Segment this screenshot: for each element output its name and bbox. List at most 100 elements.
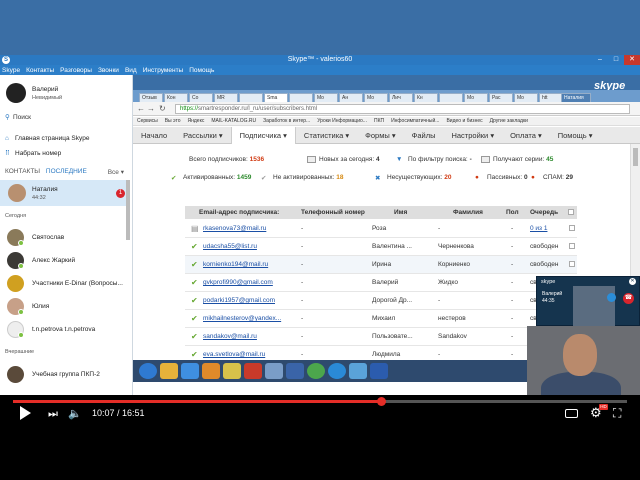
browser-tab[interactable]: Mo — [514, 93, 538, 102]
media-icon[interactable] — [202, 363, 220, 379]
browser-tab[interactable] — [239, 93, 263, 102]
col-name[interactable]: Имя — [394, 209, 407, 216]
bookmark-item[interactable]: Сервисы — [137, 118, 158, 124]
scroll-thumb[interactable] — [633, 148, 638, 166]
menu-skype[interactable]: Skype — [2, 67, 20, 74]
bookmark-item[interactable]: Видео и бизнес — [446, 118, 482, 124]
browser-tab[interactable]: Отзыв — [139, 93, 163, 102]
ie-icon[interactable] — [181, 363, 199, 379]
progress-handle[interactable] — [377, 397, 387, 406]
bookmark-item[interactable]: Другие закладки — [490, 118, 528, 124]
nav-item[interactable]: Подписчика ▾ — [230, 126, 296, 144]
subscriber-email[interactable]: kornienko194@mail.ru — [203, 261, 298, 268]
list-item[interactable]: Святослав — [0, 227, 130, 249]
subscriber-email[interactable]: mikhailnesterov@yandex... — [203, 315, 298, 322]
menu-tools[interactable]: Инструменты — [143, 67, 184, 74]
bookmark-item[interactable]: Уроки Информацио... — [317, 118, 367, 124]
browser-tab[interactable] — [439, 93, 463, 102]
nav-item[interactable]: Помощь ▾ — [550, 127, 601, 144]
browser-tab[interactable]: htt — [539, 93, 563, 102]
table-row[interactable]: ✔ sandakov@mail.ru - Пользовате... Sandakov -… — [185, 328, 577, 346]
nav-item[interactable]: Рассылки ▾ — [175, 127, 231, 144]
select-all-checkbox[interactable] — [568, 209, 574, 215]
folder-icon[interactable] — [223, 363, 241, 379]
table-row[interactable]: ✔gvkprofi990@gmail.com-ВалерийЖидко-своб… — [185, 274, 577, 292]
minimize-icon[interactable]: – — [592, 55, 608, 65]
reload-icon[interactable]: ↻ — [159, 104, 166, 113]
yandex-icon[interactable] — [244, 363, 262, 379]
subscriber-email[interactable]: sandakov@mail.ru — [203, 333, 298, 340]
table-row[interactable]: ✔podarki1957@gmail.com-Дорогой Др...--св… — [185, 292, 577, 310]
close-icon[interactable]: ✕ — [629, 278, 636, 285]
subscriber-email[interactable]: rkasenova73@mail.ru — [203, 225, 298, 232]
col-email[interactable]: Email-адрес подписчика: — [199, 209, 279, 216]
menu-contacts[interactable]: Контакты — [26, 67, 54, 74]
subscriber-queue[interactable]: 0 из 1 — [530, 225, 568, 232]
dial-link[interactable]: ⠿ Набрать номер — [5, 149, 61, 157]
search-input[interactable]: ⚲ Поиск — [5, 113, 130, 123]
skype-icon[interactable] — [328, 363, 346, 379]
row-checkbox[interactable] — [569, 225, 575, 231]
hangup-icon[interactable]: ☎ — [623, 293, 634, 304]
call-window[interactable]: skype ✕ Валерий 44:35 ☎ — [536, 276, 640, 326]
video-frame[interactable]: S Skype™ - valerios60 – □ ✕ Skype Контак… — [0, 0, 640, 395]
nav-item[interactable]: Статистика ▾ — [296, 127, 357, 144]
table-row[interactable]: ✔ kornienko194@mail.ru - Ирина Корниенко - сво… — [185, 256, 577, 274]
nav-item[interactable]: Формы ▾ — [357, 127, 403, 144]
start-icon[interactable] — [139, 363, 157, 379]
menu-calls[interactable]: Звонки — [98, 67, 119, 74]
browser-tab[interactable]: Мо — [464, 93, 488, 102]
bookmark-item[interactable]: Вы это — [165, 118, 181, 124]
browser-tab[interactable]: Mo — [314, 93, 338, 102]
col-sex[interactable]: Пол — [506, 209, 519, 216]
table-row[interactable]: ✔ udacsha55@list.ru - Валентина ... Черненко… — [185, 238, 577, 256]
browser-tab[interactable]: Ан — [339, 93, 363, 102]
maximize-icon[interactable]: □ — [608, 55, 624, 65]
browser-tab[interactable]: Лич — [389, 93, 413, 102]
subtitles-icon[interactable] — [565, 409, 578, 418]
col-queue[interactable]: Очередь — [530, 209, 558, 216]
browser-tab[interactable]: MR — [214, 93, 238, 102]
browser-tab[interactable] — [289, 93, 313, 102]
chrome-icon[interactable] — [307, 363, 325, 379]
nav-item[interactable]: Настройки ▾ — [443, 127, 502, 144]
back-icon[interactable]: ← — [137, 104, 145, 113]
nav-item[interactable]: Оплата ▾ — [502, 127, 550, 144]
volume-icon[interactable]: 🔈 — [68, 407, 82, 420]
subscriber-email[interactable]: podarki1957@gmail.com — [203, 297, 298, 304]
browser-tab[interactable]: Мо — [364, 93, 388, 102]
list-item[interactable]: Учебная группа ПКП-2 — [0, 364, 130, 386]
menu-conversations[interactable]: Разговоры — [60, 67, 92, 74]
browser-tab[interactable]: Sma — [264, 93, 288, 102]
table-row[interactable]: ▤ rkasenova73@mail.ru - Роза - -0 из 1 — [185, 220, 577, 238]
play-icon[interactable] — [20, 406, 31, 420]
filter-dropdown[interactable]: Все ▾ — [108, 168, 124, 176]
list-item[interactable]: Юлия — [0, 296, 130, 318]
word-icon[interactable] — [370, 363, 388, 379]
bookmark-item[interactable]: Инфосимпатичный... — [391, 118, 439, 124]
microphone-icon[interactable] — [607, 293, 616, 302]
url-field[interactable]: https://smartresponder.ru/l_ru/user/subs… — [175, 104, 630, 114]
list-item[interactable]: Участники E-Dinar (Вопросы... — [0, 273, 130, 295]
subscriber-email[interactable]: eva.svetlova@mail.ru — [203, 351, 298, 358]
app-icon[interactable] — [286, 363, 304, 379]
menu-view[interactable]: Вид — [125, 67, 137, 74]
selected-contact[interactable]: Наталия 44:32 1 — [0, 180, 130, 206]
bookmark-item[interactable]: MAIL-KATALOG.RU — [211, 118, 256, 124]
profile-card[interactable]: Валерий Невидимый — [5, 83, 130, 107]
list-item[interactable]: t.n.petrova t.n.petrova — [0, 319, 130, 341]
browser-tab[interactable]: Рас — [489, 93, 513, 102]
home-link[interactable]: ⌂ Главная страница Skype — [5, 135, 89, 142]
nav-item[interactable]: Файлы — [404, 127, 444, 144]
next-icon[interactable]: ⏭ — [48, 408, 58, 421]
subscriber-email[interactable]: udacsha55@list.ru — [203, 243, 298, 250]
table-row[interactable]: ✔ mikhailnesterov@yandex... - Михаил нестеро… — [185, 310, 577, 328]
fullscreen-icon[interactable]: ⛶ — [613, 406, 621, 421]
row-checkbox[interactable] — [569, 261, 575, 267]
tab-recent[interactable]: ПОСЛЕДНИЕ — [46, 168, 87, 175]
subscriber-email[interactable]: gvkprofi990@gmail.com — [203, 279, 298, 286]
explorer-icon[interactable] — [160, 363, 178, 379]
col-phone[interactable]: Телефонный номер — [301, 209, 365, 216]
close-icon[interactable]: ✕ — [624, 55, 640, 65]
tab-contacts[interactable]: КОНТАКТЫ — [5, 168, 40, 175]
